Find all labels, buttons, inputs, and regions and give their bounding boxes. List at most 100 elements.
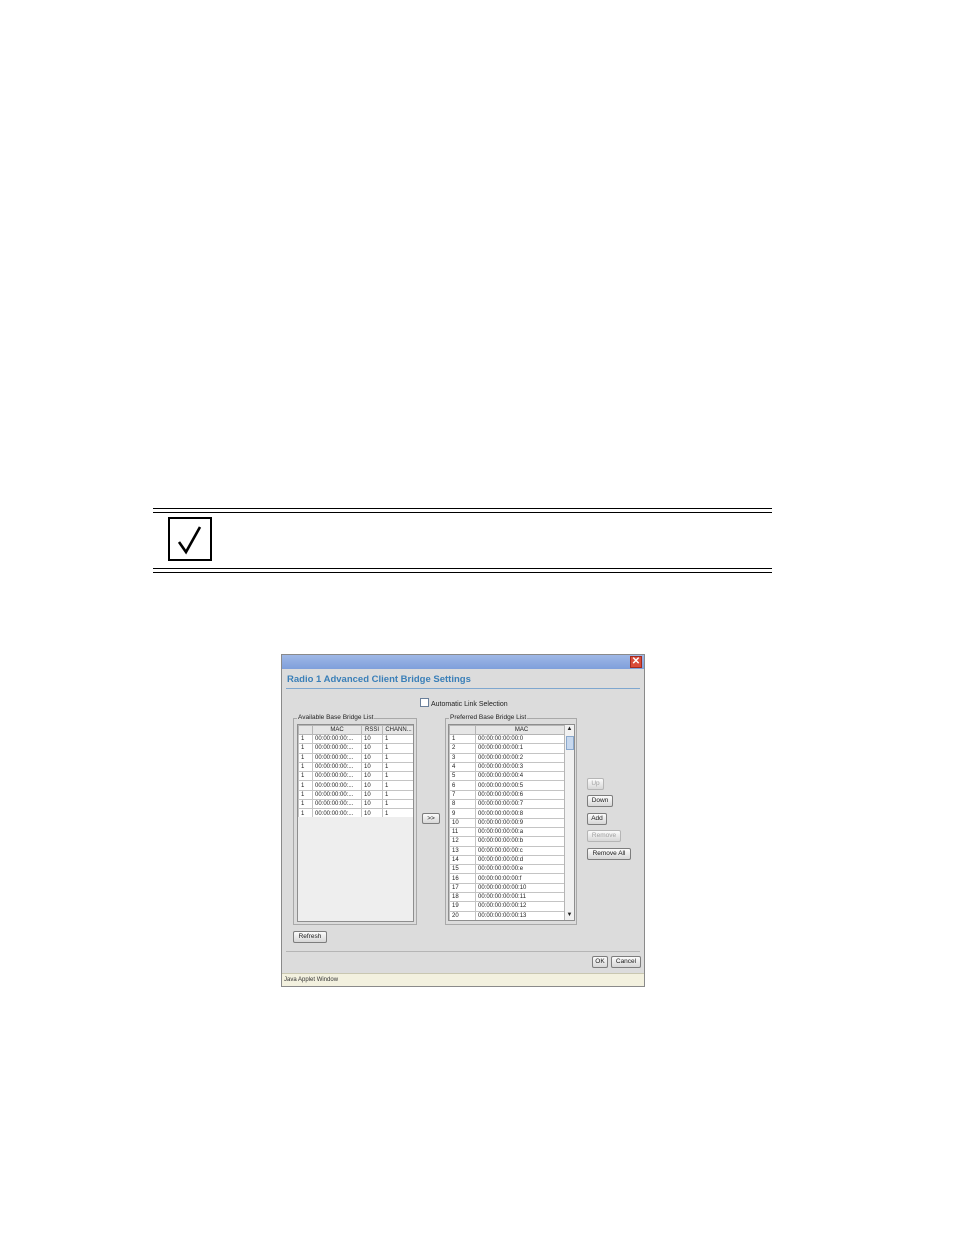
available-table-cell: 10 [361, 780, 383, 791]
preferred-table-row[interactable]: 20 00:00:00:00:00:13 [449, 910, 568, 920]
preferred-table-row[interactable]: 4 00:00:00:00:00:3 [449, 761, 568, 773]
available-table-row[interactable]: 1 00:00:00:00:... 10 1 [298, 771, 413, 782]
cancel-button[interactable]: Cancel [611, 956, 641, 968]
available-table-column-header[interactable]: RSSI [361, 725, 383, 735]
note-bottom-rule-2 [153, 572, 772, 573]
scroll-down-icon[interactable]: ▼ [565, 911, 574, 920]
note-bottom-rule-1 [153, 568, 772, 569]
available-table-cell: 1 [298, 752, 313, 763]
available-table-row[interactable]: 1 00:00:00:00:... 10 1 [298, 780, 413, 791]
preferred-list-title: Preferred Base Bridge List [449, 714, 528, 721]
preferred-table-row[interactable]: 17 00:00:00:00:00:10 [449, 882, 568, 894]
title-divider [286, 688, 640, 689]
available-table-cell: 00:00:00:00:... [312, 780, 362, 791]
available-table-column-header[interactable]: MAC [312, 725, 362, 735]
preferred-table-row[interactable]: 1 00:00:00:00:00:0 [449, 733, 568, 745]
available-table-row[interactable]: 1 00:00:00:00:... 10 1 [298, 799, 413, 810]
available-table-row[interactable]: 1 00:00:00:00:... 10 1 [298, 752, 413, 763]
preferred-table-cell: 18 [449, 892, 476, 903]
preferred-table-cell: 00:00:00:00:00:12 [475, 901, 568, 912]
available-table-column-header[interactable]: CHANN... [382, 725, 413, 735]
preferred-table-cell: 13 [449, 845, 476, 856]
preferred-table-cell: 16 [449, 873, 476, 884]
preferred-table-row[interactable]: 3 00:00:00:00:00:2 [449, 752, 568, 763]
preferred-table-row[interactable]: 13 00:00:00:00:00:c [449, 845, 568, 856]
preferred-table-cell: 00:00:00:00:00:b [475, 836, 568, 847]
preferred-table-row[interactable]: 18 00:00:00:00:00:11 [449, 892, 568, 903]
remove-all-button[interactable]: Remove All [587, 848, 631, 860]
down-button[interactable]: Down [587, 795, 613, 807]
preferred-table-cell: 00:00:00:00:00:3 [475, 761, 568, 773]
available-table-cell: 1 [298, 733, 313, 745]
note-top-rule-2 [153, 512, 772, 513]
up-button[interactable]: Up [587, 778, 604, 790]
move-to-preferred-button[interactable]: >> [422, 813, 440, 824]
automatic-link-selection[interactable]: Automatic Link Selection [420, 698, 508, 708]
remove-button[interactable]: Remove [587, 830, 621, 842]
preferred-table-cell: 9 [449, 808, 476, 819]
status-bar: Java Applet Window [282, 973, 644, 986]
available-list-title: Available Base Bridge List [297, 714, 375, 721]
preferred-table-cell: 00:00:00:00:00:4 [475, 771, 568, 782]
bottom-divider [286, 951, 640, 952]
preferred-table-cell: 17 [449, 882, 476, 894]
available-table-row[interactable]: 1 00:00:00:00:... 10 1 [298, 761, 413, 773]
available-table-cell: 00:00:00:00:... [312, 789, 362, 801]
available-base-bridge-group: Available Base Bridge List MAC RSSI CHANN.… [293, 714, 417, 925]
preferred-table-row[interactable]: 8 00:00:00:00:00:7 [449, 799, 568, 810]
preferred-table-row[interactable]: 10 00:00:00:00:00:9 [449, 817, 568, 828]
available-table-cell: 00:00:00:00:... [312, 761, 362, 773]
preferred-table-row[interactable]: 16 00:00:00:00:00:f [449, 873, 568, 884]
close-icon[interactable]: ✕ [630, 656, 642, 668]
preferred-table-row[interactable]: 6 00:00:00:00:00:5 [449, 780, 568, 791]
add-button[interactable]: Add [587, 813, 607, 825]
preferred-table-column-header[interactable]: MAC [475, 725, 568, 735]
preferred-table-row[interactable]: 7 00:00:00:00:00:6 [449, 789, 568, 801]
preferred-table-cell: 15 [449, 864, 476, 875]
scroll-thumb[interactable] [566, 736, 574, 750]
preferred-table-cell: 00:00:00:00:00:a [475, 826, 568, 838]
preferred-table-row[interactable]: 14 00:00:00:00:00:d [449, 854, 568, 866]
preferred-bridge-table[interactable]: MAC 1 00:00:00:00:00:0 2 00:00:00:00:00:1 3 0… [448, 724, 575, 921]
available-table-cell: 1 [382, 761, 413, 773]
preferred-table-cell: 00:00:00:00:00:11 [475, 892, 568, 903]
available-table-cell: 1 [298, 780, 313, 791]
preferred-table-row[interactable]: 15 00:00:00:00:00:e [449, 864, 568, 875]
available-table-cell: 1 [382, 780, 413, 791]
preferred-table-row[interactable]: 9 00:00:00:00:00:8 [449, 808, 568, 819]
preferred-table-cell: 00:00:00:00:00:7 [475, 799, 568, 810]
scroll-up-icon[interactable]: ▲ [565, 725, 574, 734]
preferred-table-row[interactable]: 5 00:00:00:00:00:4 [449, 771, 568, 782]
automatic-link-checkbox[interactable] [420, 698, 429, 707]
preferred-scrollbar[interactable]: ▲ ▼ [564, 725, 574, 920]
available-table-cell: 10 [361, 799, 383, 810]
note-check-icon [168, 517, 212, 561]
available-table-cell: 1 [382, 743, 413, 754]
available-table-row[interactable]: 1 00:00:00:00:... 10 1 [298, 789, 413, 801]
available-table-cell: 1 [382, 733, 413, 745]
preferred-table-cell: 00:00:00:00:00:0 [475, 733, 568, 745]
preferred-table-cell: 00:00:00:00:00:6 [475, 789, 568, 801]
client-bridge-dialog: ✕ Radio 1 Advanced Client Bridge Setting… [281, 654, 645, 987]
preferred-table-cell: 00:00:00:00:00:5 [475, 780, 568, 791]
preferred-table-column-header[interactable] [449, 725, 476, 735]
automatic-link-label: Automatic Link Selection [431, 701, 508, 708]
available-table-cell: 00:00:00:00:... [312, 743, 362, 754]
refresh-button[interactable]: Refresh [293, 931, 327, 943]
preferred-table-cell: 3 [449, 752, 476, 763]
preferred-table-row[interactable]: 11 00:00:00:00:00:a [449, 826, 568, 838]
preferred-table-cell: 1 [449, 733, 476, 745]
preferred-table-row[interactable]: 19 00:00:00:00:00:12 [449, 901, 568, 912]
available-bridge-table[interactable]: MAC RSSI CHANN... 1 00:00:00:00:... 10 1 1 00:0… [297, 724, 414, 922]
available-table-row[interactable]: 1 00:00:00:00:... 10 1 [298, 743, 413, 754]
available-table-cell: 00:00:00:00:... [312, 771, 362, 782]
available-table-cell: 10 [361, 733, 383, 745]
preferred-table-cell: 19 [449, 901, 476, 912]
available-table-column-header[interactable] [298, 725, 313, 735]
preferred-table-row[interactable]: 2 00:00:00:00:00:1 [449, 743, 568, 754]
preferred-table-row[interactable]: 12 00:00:00:00:00:b [449, 836, 568, 847]
ok-button[interactable]: OK [592, 956, 608, 968]
available-table-cell: 1 [382, 752, 413, 763]
available-table-row[interactable]: 1 00:00:00:00:... 10 1 [298, 733, 413, 745]
preferred-table-cell: 14 [449, 854, 476, 866]
